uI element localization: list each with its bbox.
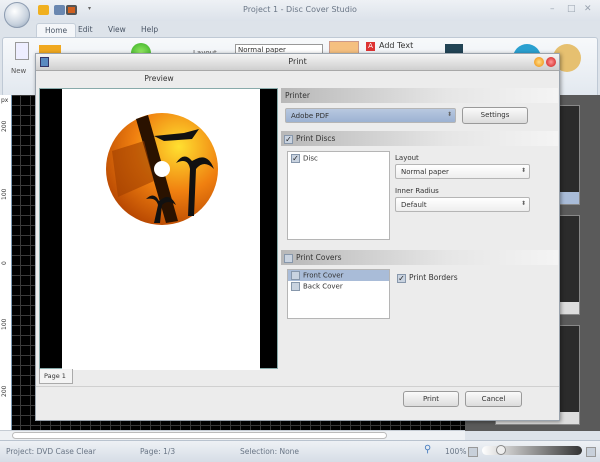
printer-select-value: Adobe PDF: [291, 112, 330, 120]
status-page: Page: 1/3: [140, 447, 176, 456]
layout-label: Layout: [395, 154, 419, 162]
ruler-unit: px: [1, 97, 9, 104]
status-bar: Project: DVD Case Clear Page: 1/3 Select…: [0, 440, 600, 462]
select-arrows-icon: ⬍: [446, 111, 452, 118]
close-button[interactable]: ✕: [584, 4, 592, 14]
dialog-minimize-button[interactable]: [534, 57, 544, 67]
zoom-in-button[interactable]: [586, 447, 596, 457]
list-item-front-cover[interactable]: Front Cover: [288, 270, 389, 281]
cancel-button[interactable]: Cancel: [465, 391, 522, 407]
new-document-icon[interactable]: [15, 42, 29, 60]
disc-label: Disc: [303, 154, 318, 163]
print-discs-header: ✓ Print Discs: [281, 131, 558, 146]
preview-label: Preview: [144, 74, 174, 83]
preview-page: [62, 89, 260, 370]
settings-button[interactable]: Settings: [462, 107, 528, 124]
layout-select[interactable]: Normal paper ⬍: [395, 164, 530, 179]
ruler-label: 200: [1, 120, 8, 132]
tab-help[interactable]: Help: [133, 23, 166, 37]
back-cover-checkbox[interactable]: [291, 282, 300, 291]
front-cover-label: Front Cover: [303, 271, 344, 280]
zoom-icon: ⚲: [424, 444, 432, 455]
print-borders-option[interactable]: ✓ Print Borders: [397, 273, 458, 283]
zoom-slider[interactable]: [482, 445, 582, 455]
disc-artwork: [106, 113, 218, 225]
status-project: Project: DVD Case Clear: [6, 447, 96, 456]
select-arrows-icon: ⬍: [520, 167, 526, 174]
vertical-ruler: px 200 100 0 100 200: [0, 95, 12, 431]
dialog-title-bar: Print: [36, 54, 559, 71]
print-borders-label: Print Borders: [409, 273, 458, 282]
print-covers-header: Print Covers: [281, 250, 558, 265]
title-bar: ▾ Project 1 - Disc Cover Studio – □ ✕: [0, 0, 600, 21]
dialog-title: Print: [288, 57, 307, 66]
add-text-icon: A: [366, 42, 375, 51]
zoom-out-button[interactable]: [468, 447, 478, 457]
horizontal-scrollbar[interactable]: [0, 430, 465, 440]
scrollbar-thumb[interactable]: [12, 432, 387, 439]
maximize-button[interactable]: □: [567, 4, 576, 14]
inner-radius-select[interactable]: Default ⬍: [395, 197, 530, 212]
list-item-disc[interactable]: ✓ Disc: [288, 152, 389, 165]
ribbon-tabs: Home Edit View Help: [0, 21, 600, 37]
tab-edit[interactable]: Edit: [70, 23, 101, 37]
ruler-label: 200: [1, 385, 8, 397]
new-button[interactable]: New: [11, 67, 26, 75]
print-discs-label: Print Discs: [296, 134, 336, 143]
inner-radius-value: Default: [401, 201, 427, 209]
print-discs-checkbox[interactable]: ✓: [284, 134, 293, 144]
front-cover-checkbox[interactable]: [291, 271, 300, 280]
divider: [36, 386, 559, 387]
ruler-label: 100: [1, 318, 8, 330]
print-borders-checkbox[interactable]: ✓: [397, 273, 406, 283]
minimize-button[interactable]: –: [550, 4, 555, 14]
ruler-label: 100: [1, 188, 8, 200]
print-dialog: Print Preview Page 1 Print Cancel Printe…: [35, 53, 560, 421]
print-covers-label: Print Covers: [296, 253, 342, 262]
printer-select[interactable]: Adobe PDF ⬍: [285, 108, 456, 123]
back-cover-label: Back Cover: [303, 282, 343, 291]
zoom-slider-handle[interactable]: [496, 445, 506, 455]
zoom-level: 100%: [445, 447, 467, 456]
cover-list[interactable]: Front Cover Back Cover: [287, 269, 390, 319]
print-preview: [39, 88, 278, 370]
dialog-close-button[interactable]: [546, 57, 556, 67]
page-tab-1[interactable]: Page 1: [39, 369, 73, 384]
ruler-label: 0: [1, 261, 8, 265]
add-text-button[interactable]: Add Text: [379, 41, 413, 50]
select-arrows-icon: ⬍: [520, 200, 526, 207]
printer-section-header: Printer: [281, 88, 558, 103]
tab-view[interactable]: View: [100, 23, 134, 37]
status-selection: Selection: None: [240, 447, 300, 456]
layout-value: Normal paper: [401, 168, 449, 176]
disc-checkbox[interactable]: ✓: [291, 154, 300, 163]
print-button[interactable]: Print: [403, 391, 459, 407]
disc-list[interactable]: ✓ Disc: [287, 151, 390, 240]
list-item-back-cover[interactable]: Back Cover: [288, 281, 389, 292]
inner-radius-label: Inner Radius: [395, 187, 439, 195]
app-menu-button[interactable]: [4, 2, 30, 28]
print-covers-checkbox[interactable]: [284, 253, 293, 263]
window-title: Project 1 - Disc Cover Studio: [243, 5, 357, 14]
